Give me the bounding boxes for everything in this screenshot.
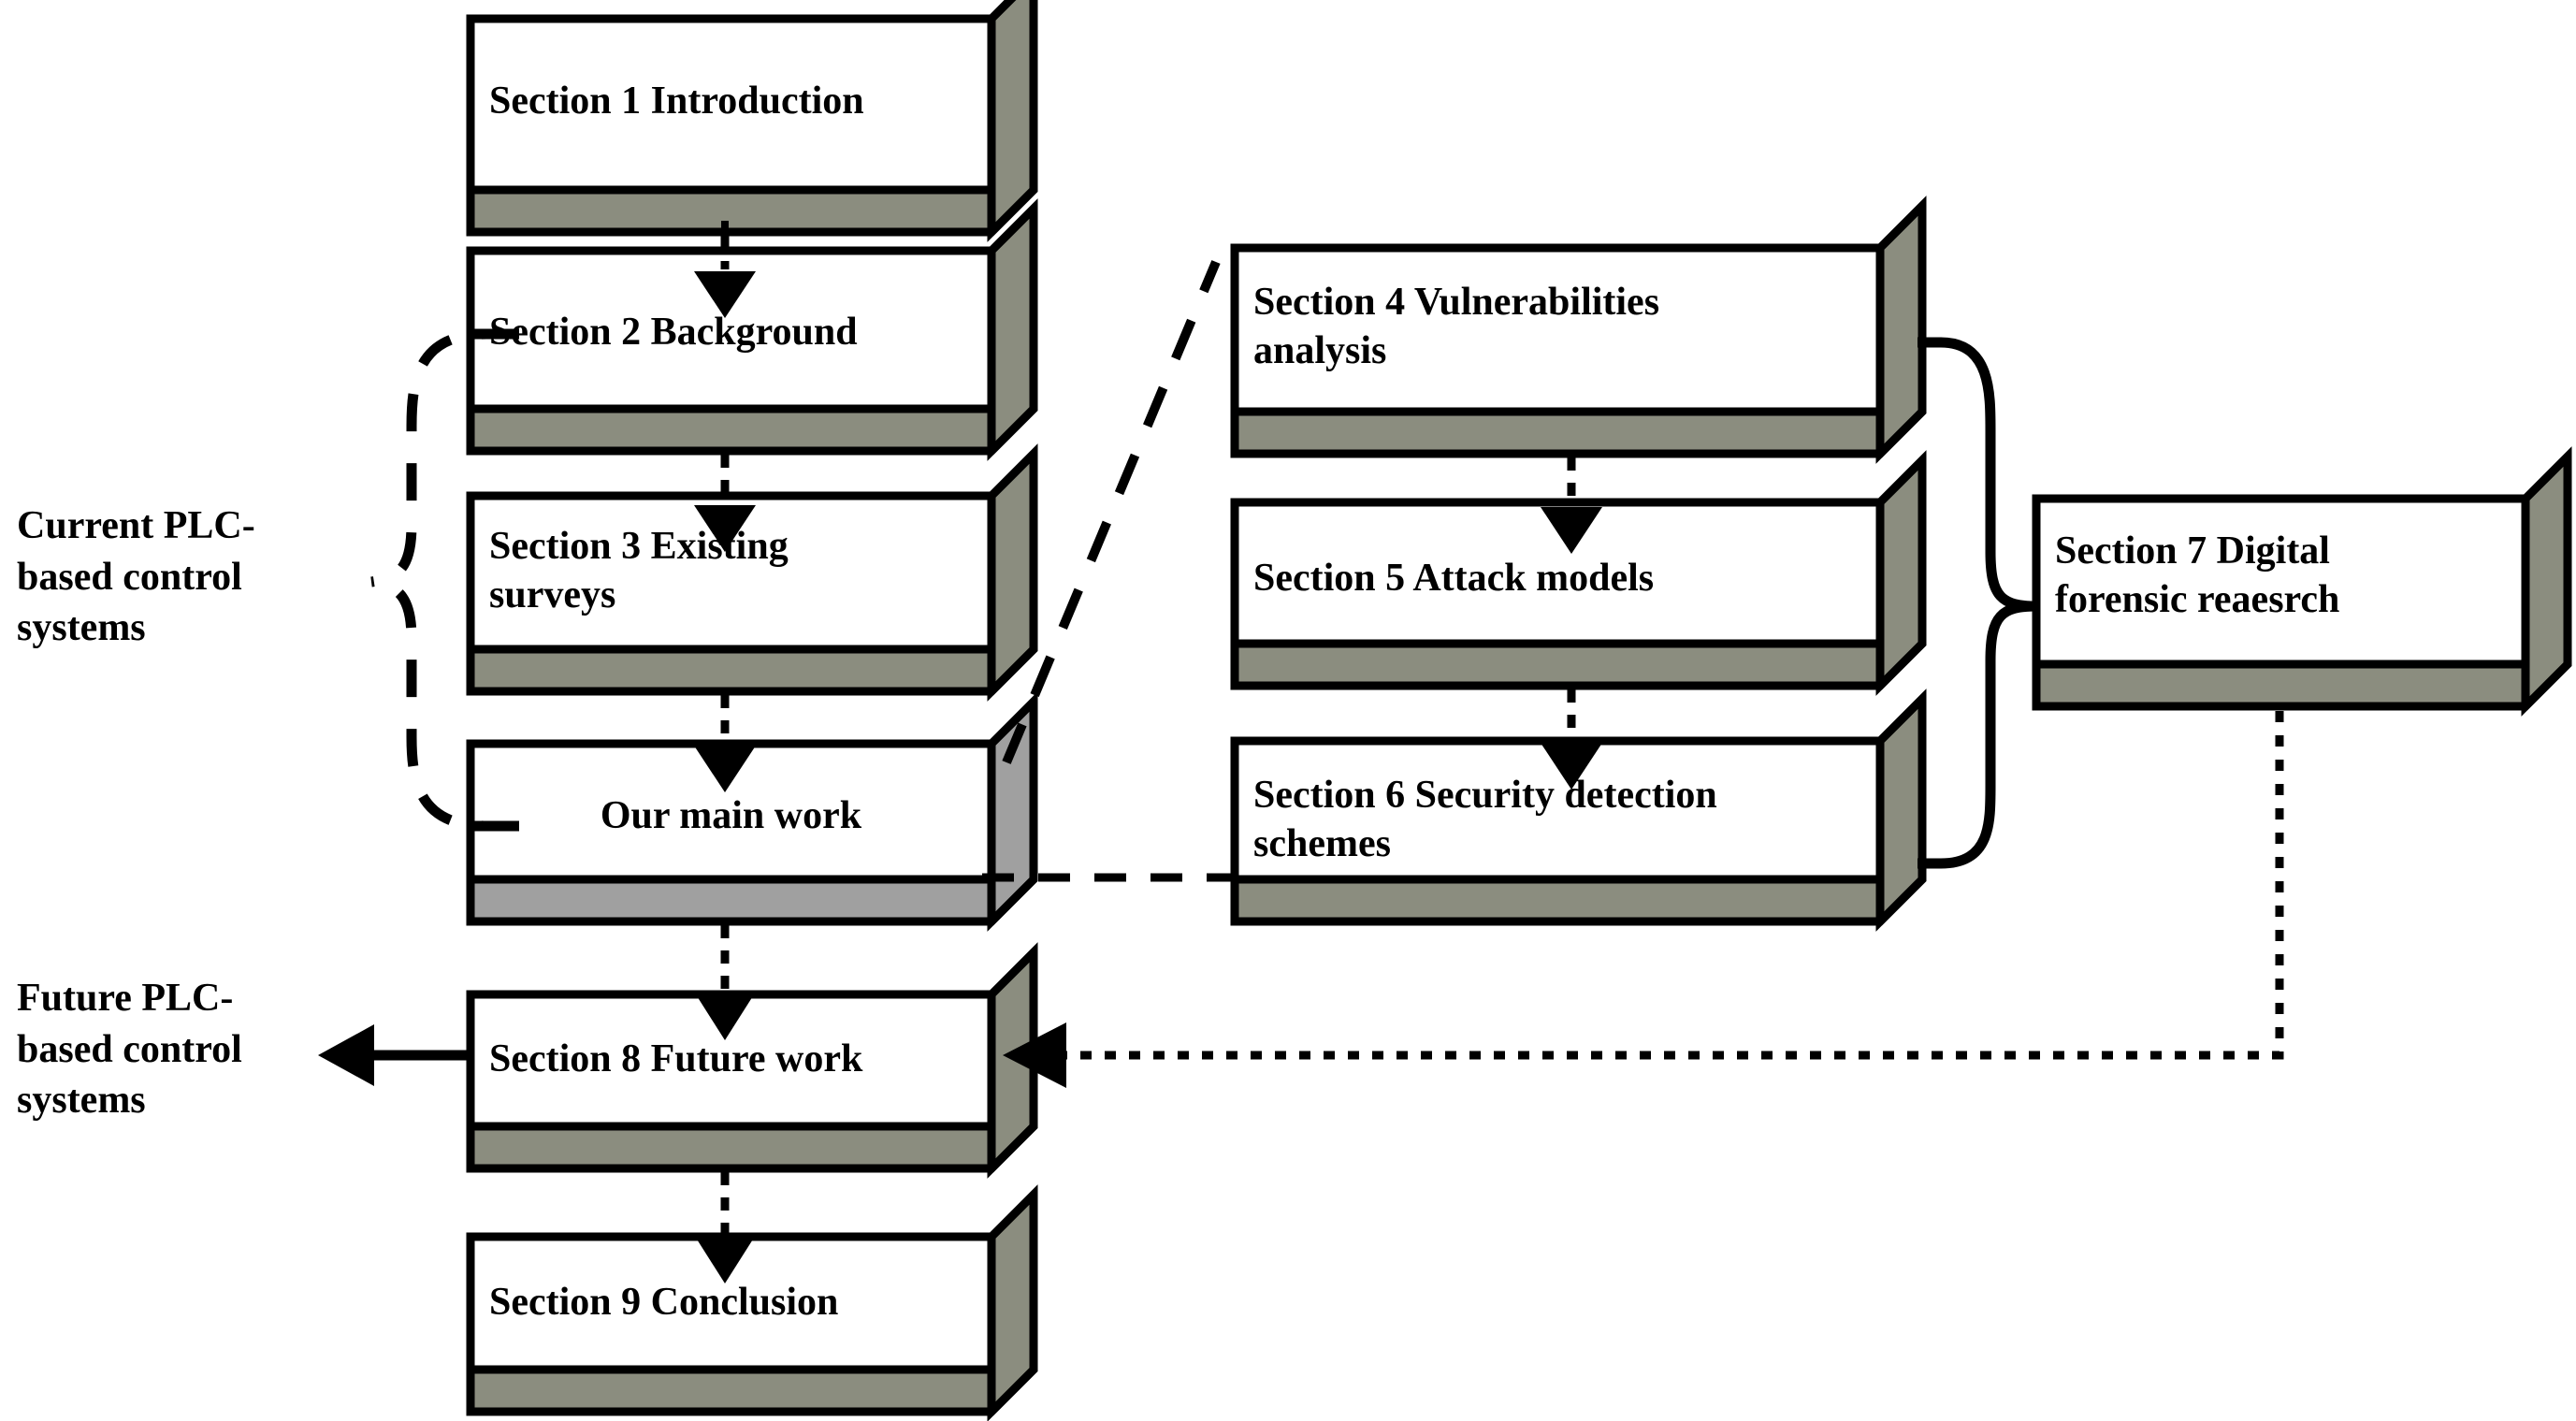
box-main[interactable] [466, 691, 1038, 932]
box-sec7[interactable] [2032, 446, 2572, 717]
box-sec4-side [1875, 196, 1927, 464]
box-sec4-face [1230, 243, 1885, 416]
box-sec7-side [2521, 446, 2572, 717]
box-sec3[interactable] [466, 443, 1038, 702]
box-sec1-face [466, 14, 996, 195]
box-sec4[interactable] [1230, 196, 1927, 464]
box-sec9[interactable] [466, 1184, 1038, 1421]
box-main-side [987, 691, 1038, 932]
box-sec3-side [987, 443, 1038, 702]
box-sec8[interactable] [466, 942, 1038, 1179]
box-sec2-side [987, 198, 1038, 461]
box-sec7-face [2032, 494, 2530, 669]
box-sec6[interactable] [1230, 689, 1927, 932]
diagram-canvas: Section 1 Introduction Section 2 Backgro… [0, 0, 2576, 1421]
box-sec1-side [987, 0, 1038, 242]
box-sec1[interactable] [466, 0, 1038, 242]
connector-sec8-to-future-plc [318, 1024, 470, 1086]
diagram-svg [318, 0, 2572, 1421]
box-sec2[interactable] [466, 198, 1038, 461]
box-sec5[interactable] [1230, 450, 1927, 696]
connector-brace-sec46-to-sec7 [1918, 337, 2037, 869]
connector-main-to-sec4-diagonal [1002, 260, 1221, 764]
box-sec9-side [987, 1184, 1038, 1421]
box-sec6-side [1875, 689, 1927, 932]
box-sec5-side [1875, 450, 1927, 696]
